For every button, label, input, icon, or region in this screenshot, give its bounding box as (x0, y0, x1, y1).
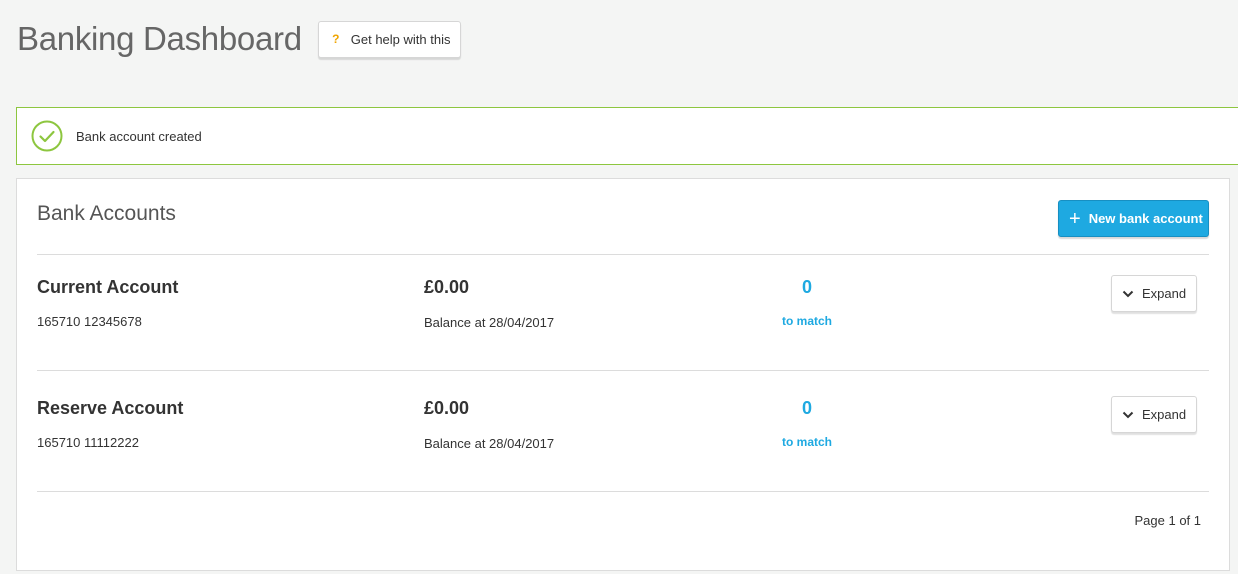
account-name: Reserve Account (37, 398, 184, 418)
account-name: Current Account (37, 277, 179, 297)
expand-label: Expand (1142, 286, 1187, 301)
account-balance: £0.00 (424, 277, 470, 297)
bank-accounts-panel: Bank Accounts + New bank account Current… (16, 178, 1230, 571)
alert-message: Bank account created (76, 128, 202, 144)
to-match-link[interactable]: to match (757, 435, 857, 449)
question-mark-icon: ? (332, 32, 340, 46)
check-circle-icon (31, 120, 63, 152)
account-row: Reserve Account 165710 11112222 £0.00 Ba… (17, 376, 1229, 492)
chevron-down-icon (1122, 411, 1134, 418)
to-match-count[interactable]: 0 (757, 277, 857, 298)
panel-title: Bank Accounts (37, 202, 176, 225)
divider (37, 491, 1209, 492)
help-button[interactable]: ? Get help with this (317, 20, 461, 58)
new-bank-account-label: New bank account (1088, 211, 1203, 226)
balance-date: Balance at 28/04/2017 (424, 436, 555, 451)
to-match-link[interactable]: to match (757, 314, 857, 328)
account-number: 165710 11112222 (37, 435, 139, 450)
divider (37, 370, 1209, 371)
expand-button[interactable]: Expand (1111, 396, 1197, 433)
pagination-text: Page 1 of 1 (1134, 513, 1202, 528)
help-button-label: Get help with this (350, 31, 451, 47)
account-balance: £0.00 (424, 398, 470, 418)
to-match-count[interactable]: 0 (757, 398, 857, 419)
expand-button[interactable]: Expand (1111, 275, 1197, 312)
page-header: Banking Dashboard ? Get help with this (17, 20, 461, 58)
chevron-down-icon (1122, 290, 1134, 297)
plus-icon: + (1069, 207, 1081, 230)
account-row: Current Account 165710 12345678 £0.00 Ba… (17, 255, 1229, 371)
expand-label: Expand (1142, 407, 1187, 422)
success-alert: Bank account created (16, 107, 1238, 165)
balance-date: Balance at 28/04/2017 (424, 315, 555, 330)
page-title: Banking Dashboard (17, 20, 302, 57)
new-bank-account-button[interactable]: + New bank account (1058, 200, 1209, 237)
account-number: 165710 12345678 (37, 314, 142, 329)
